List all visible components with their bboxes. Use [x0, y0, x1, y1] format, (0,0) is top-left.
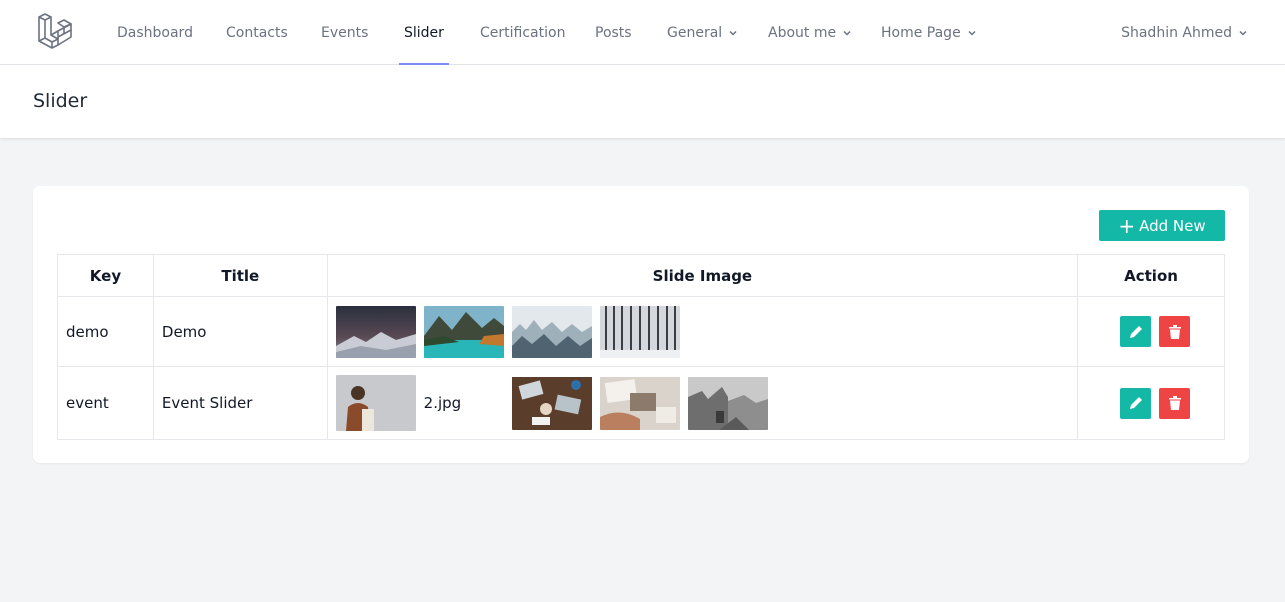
nav-certification[interactable]: Certification	[480, 0, 565, 65]
nav-dashboard-label: Dashboard	[117, 24, 193, 41]
pencil-icon	[1129, 397, 1142, 409]
plus-icon: +	[1118, 213, 1136, 238]
row-key: demo	[57, 296, 154, 367]
slide-thumbnail-desk-papers	[599, 377, 680, 430]
nav-general-dropdown[interactable]: General	[667, 0, 737, 65]
slide-thumbnail-lake-mountains	[423, 305, 504, 358]
page-title: Slider	[33, 90, 88, 112]
edit-button[interactable]	[1120, 316, 1152, 347]
trash-icon	[1168, 324, 1181, 339]
slide-thumbnail-snowy-forest	[599, 305, 680, 358]
broken-image-alt-text: 2.jpg	[423, 394, 462, 412]
table-header-row: Key Title Slide Image Action	[57, 254, 1225, 297]
row-title: Demo	[152, 296, 328, 367]
page-header: Slider	[0, 65, 1285, 138]
delete-button[interactable]	[1159, 387, 1191, 419]
slider-table: Key Title Slide Image Action demo Demo e…	[57, 254, 1225, 440]
column-header-slide-image: Slide Image	[326, 254, 1079, 297]
nav-slider-label: Slider	[404, 24, 444, 41]
add-new-label: Add New	[1139, 216, 1206, 235]
column-header-key: Key	[57, 254, 154, 297]
delete-button[interactable]	[1159, 316, 1191, 347]
pencil-icon	[1129, 325, 1142, 338]
nav-about-label: About me	[768, 24, 837, 41]
chevron-down-icon	[729, 30, 737, 36]
row-title: Event Slider	[152, 366, 328, 440]
nav-general-label: General	[667, 24, 723, 41]
edit-button[interactable]	[1120, 387, 1152, 419]
nav-homepage-dropdown[interactable]: Home Page	[881, 0, 976, 65]
chevron-down-icon	[968, 30, 976, 36]
table-row: event Event Slider 2.jpg	[57, 366, 1225, 440]
add-new-button[interactable]: + Add New	[1099, 210, 1225, 241]
slider-card: + Add New Key Title Slide Image Action d…	[33, 186, 1249, 463]
slide-thumbnail-woman-portrait	[335, 375, 416, 431]
nav-contacts-label: Contacts	[226, 24, 288, 41]
slide-thumbnail-night-mountain	[335, 305, 416, 358]
laravel-logo-icon[interactable]	[36, 13, 74, 51]
nav-about-dropdown[interactable]: About me	[768, 0, 851, 65]
user-menu-dropdown[interactable]: Shadhin Ahmed	[1121, 0, 1247, 65]
nav-posts[interactable]: Posts	[595, 0, 632, 65]
column-header-title: Title	[152, 254, 328, 297]
row-actions	[1077, 366, 1225, 440]
nav-slider[interactable]: Slider	[399, 0, 449, 65]
slide-thumbnail-misty-forest	[511, 305, 592, 358]
nav-events[interactable]: Events	[321, 0, 368, 65]
top-navbar: Dashboard Contacts Events Slider Certifi…	[0, 0, 1285, 65]
trash-icon	[1168, 396, 1181, 410]
chevron-down-icon	[843, 30, 851, 36]
row-images	[326, 296, 1079, 367]
row-key: event	[57, 366, 154, 440]
column-header-action: Action	[1077, 254, 1225, 297]
slide-thumbnail-team-laptops	[511, 377, 592, 430]
nav-homepage-label: Home Page	[881, 24, 961, 41]
user-name: Shadhin Ahmed	[1121, 24, 1232, 41]
nav-events-label: Events	[321, 24, 369, 41]
row-actions	[1077, 296, 1225, 367]
table-row: demo Demo	[57, 296, 1225, 367]
slide-thumbnail-old-town	[687, 377, 768, 430]
nav-posts-label: Posts	[595, 24, 632, 41]
chevron-down-icon	[1239, 30, 1247, 36]
nav-certification-label: Certification	[480, 24, 566, 41]
nav-dashboard[interactable]: Dashboard	[117, 0, 193, 65]
row-images: 2.jpg	[326, 366, 1079, 440]
nav-contacts[interactable]: Contacts	[226, 0, 288, 65]
